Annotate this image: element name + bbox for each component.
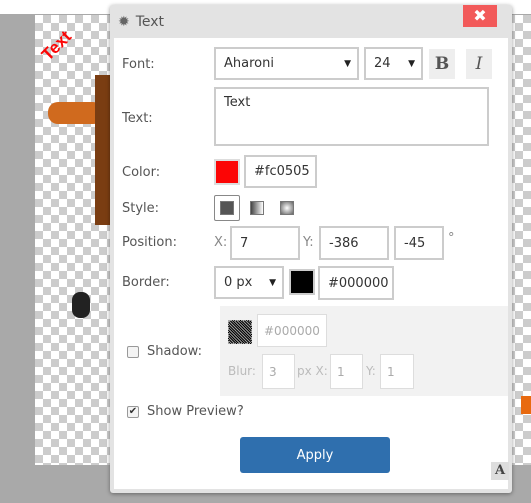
shadow-color-swatch[interactable] bbox=[228, 320, 252, 344]
position-y-label: Y: bbox=[303, 235, 314, 250]
shadow-label: Shadow: bbox=[147, 344, 202, 359]
dialog-title[interactable]: ✹ Text bbox=[118, 14, 164, 30]
color-input[interactable]: #fc0505 bbox=[244, 155, 317, 188]
position-x-input[interactable]: 7 bbox=[230, 226, 300, 260]
position-y-input[interactable]: -386 bbox=[319, 226, 389, 260]
apply-button[interactable]: Apply bbox=[240, 437, 390, 473]
color-label: Color: bbox=[122, 165, 161, 180]
color-swatch[interactable] bbox=[214, 159, 240, 185]
show-preview-checkbox[interactable]: ✔ bbox=[127, 406, 139, 418]
canvas-image-tree[interactable] bbox=[95, 75, 111, 225]
border-color-swatch[interactable] bbox=[289, 269, 315, 295]
show-preview-label: Show Preview? bbox=[147, 404, 244, 419]
style-option-gradient[interactable] bbox=[250, 201, 264, 215]
text-label: Text: bbox=[122, 111, 153, 126]
shadow-y-label: Y: bbox=[366, 364, 376, 378]
shadow-x-label: px X: bbox=[297, 364, 328, 378]
style-option-solid[interactable] bbox=[214, 195, 240, 221]
dialog-body: Font: Aharoni 24 B I Text: Text Color: #… bbox=[114, 38, 508, 489]
position-label: Position: bbox=[122, 235, 177, 250]
font-size-select[interactable]: 24 bbox=[364, 47, 423, 80]
shadow-panel: #000000 Blur: 3 px X: 1 Y: 1 bbox=[220, 306, 508, 396]
close-button[interactable]: ✖ bbox=[463, 5, 497, 27]
shadow-x-input[interactable]: 1 bbox=[330, 354, 363, 389]
border-label: Border: bbox=[122, 275, 170, 290]
dialog-title-text: Text bbox=[135, 14, 165, 30]
shadow-y-input[interactable]: 1 bbox=[380, 354, 414, 389]
position-x-label: X: bbox=[214, 235, 228, 250]
shadow-blur-input[interactable]: 3 bbox=[262, 354, 295, 389]
text-dialog: ✹ Text ✖ Font: Aharoni 24 B I Text: Text … bbox=[110, 5, 512, 493]
font-family-select[interactable]: Aharoni bbox=[214, 47, 359, 80]
shadow-color-input[interactable]: #000000 bbox=[257, 314, 327, 347]
border-width-select[interactable]: 0 px bbox=[214, 266, 284, 299]
canvas-image-orange[interactable] bbox=[521, 396, 531, 414]
style-option-radial[interactable] bbox=[280, 201, 294, 215]
font-a-icon[interactable]: A bbox=[491, 462, 509, 480]
shadow-checkbox[interactable] bbox=[127, 346, 139, 358]
style-label: Style: bbox=[122, 201, 160, 216]
rotation-input[interactable]: -45 bbox=[394, 226, 444, 260]
font-label: Font: bbox=[122, 57, 155, 72]
degree-symbol: ° bbox=[448, 231, 455, 246]
gear-icon: ✹ bbox=[118, 14, 130, 30]
canvas-image-mask[interactable] bbox=[72, 292, 90, 318]
bold-button[interactable]: B bbox=[429, 49, 455, 79]
shadow-blur-label: Blur: bbox=[228, 364, 256, 378]
text-input[interactable]: Text bbox=[214, 87, 489, 146]
italic-button[interactable]: I bbox=[466, 49, 492, 79]
border-color-input[interactable]: #000000 bbox=[318, 266, 394, 300]
